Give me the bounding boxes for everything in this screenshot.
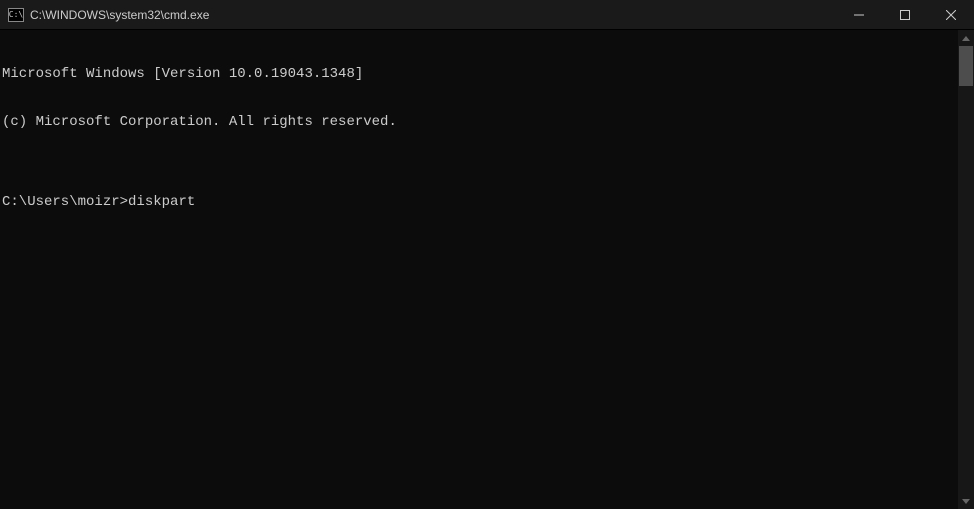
close-button[interactable]	[928, 0, 974, 30]
terminal-output-line: (c) Microsoft Corporation. All rights re…	[2, 114, 958, 130]
window-controls	[836, 0, 974, 29]
terminal-output-line: Microsoft Windows [Version 10.0.19043.13…	[2, 66, 958, 82]
vertical-scrollbar[interactable]	[958, 30, 974, 509]
command-input[interactable]: diskpart	[128, 194, 195, 210]
minimize-button[interactable]	[836, 0, 882, 30]
chevron-down-icon	[962, 499, 970, 504]
scroll-track[interactable]	[958, 46, 974, 493]
terminal-area: Microsoft Windows [Version 10.0.19043.13…	[0, 30, 974, 509]
maximize-button[interactable]	[882, 0, 928, 30]
window-title: C:\WINDOWS\system32\cmd.exe	[30, 8, 836, 22]
chevron-up-icon	[962, 36, 970, 41]
prompt-line: C:\Users\moizr>diskpart	[2, 194, 958, 210]
scroll-thumb[interactable]	[959, 46, 973, 86]
scroll-down-arrow[interactable]	[958, 493, 974, 509]
maximize-icon	[900, 10, 910, 20]
prompt: C:\Users\moizr>	[2, 194, 128, 210]
scroll-up-arrow[interactable]	[958, 30, 974, 46]
cmd-icon: C:\	[8, 8, 24, 22]
close-icon	[946, 10, 956, 20]
minimize-icon	[854, 10, 864, 20]
cmd-icon-text: C:\	[9, 10, 23, 19]
terminal[interactable]: Microsoft Windows [Version 10.0.19043.13…	[0, 30, 958, 509]
titlebar[interactable]: C:\ C:\WINDOWS\system32\cmd.exe	[0, 0, 974, 30]
